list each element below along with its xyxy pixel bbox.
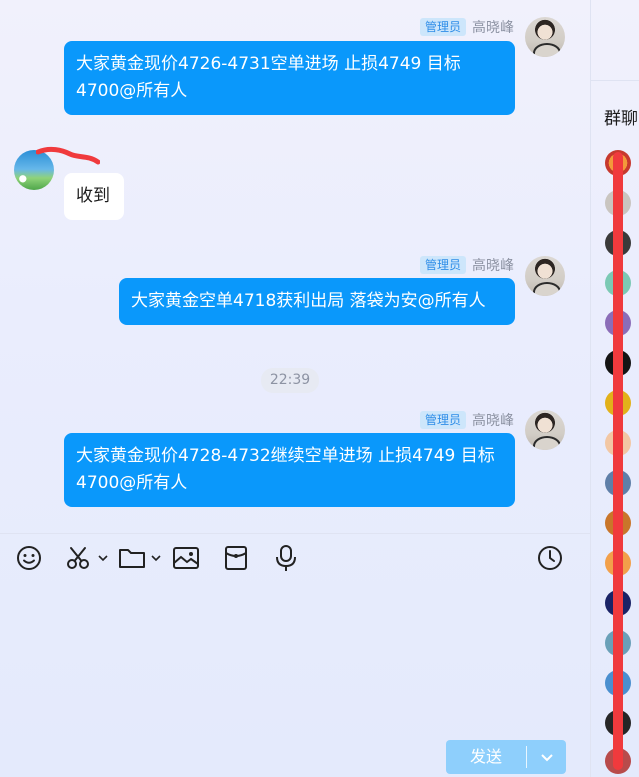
redaction-scribble [36, 146, 100, 165]
microphone-icon[interactable] [274, 542, 298, 574]
admin-badge: 管理员 [419, 256, 466, 274]
admin-badge: 管理员 [419, 18, 466, 36]
sender-name[interactable]: 高晓峰 [472, 410, 514, 430]
side-header-divider [591, 80, 639, 81]
send-options-chevron-down-icon[interactable] [527, 740, 566, 774]
scissors-icon[interactable] [66, 542, 94, 574]
send-button-group[interactable]: 发送 [446, 740, 566, 774]
message-header: 管理员 高晓峰 [419, 410, 514, 430]
admin-badge: 管理员 [419, 411, 466, 429]
message-bubble[interactable]: 大家黄金现价4728-4732继续空单进场 止损4749 目标4700@所有人 [64, 433, 515, 507]
red-packet-icon[interactable] [223, 542, 249, 574]
chevron-down-icon[interactable] [150, 542, 162, 574]
message-list[interactable]: 管理员 高晓峰 大家黄金现价4726-4731空单进场 止损4749 目标470… [0, 0, 590, 533]
sender-name[interactable]: 高晓峰 [472, 255, 514, 275]
send-button[interactable]: 发送 [446, 740, 526, 774]
message-bubble[interactable]: 大家黄金空单4718获利出局 落袋为安@所有人 [119, 278, 515, 325]
chevron-down-icon[interactable] [97, 542, 109, 574]
message-bubble[interactable]: 收到 [64, 173, 124, 220]
message-bubble[interactable]: 大家黄金现价4726-4731空单进场 止损4749 目标4700@所有人 [64, 41, 515, 115]
message-header: 管理员 高晓峰 [419, 255, 514, 275]
avatar[interactable] [525, 17, 565, 57]
emoji-icon[interactable] [16, 542, 42, 574]
sender-name[interactable]: 高晓峰 [472, 17, 514, 37]
message-input[interactable] [14, 585, 574, 730]
group-chat-title: 群聊 [604, 109, 638, 129]
message-header: 管理员 高晓峰 [419, 17, 514, 37]
image-icon[interactable] [172, 542, 200, 574]
time-divider: 22:39 [261, 368, 319, 393]
panel-divider [590, 0, 591, 777]
send-separator [526, 746, 527, 768]
avatar[interactable] [525, 410, 565, 450]
folder-icon[interactable] [118, 542, 146, 574]
composer-divider [0, 533, 590, 534]
annotation-red-line [613, 152, 623, 770]
avatar[interactable] [525, 256, 565, 296]
history-icon[interactable] [537, 542, 563, 574]
